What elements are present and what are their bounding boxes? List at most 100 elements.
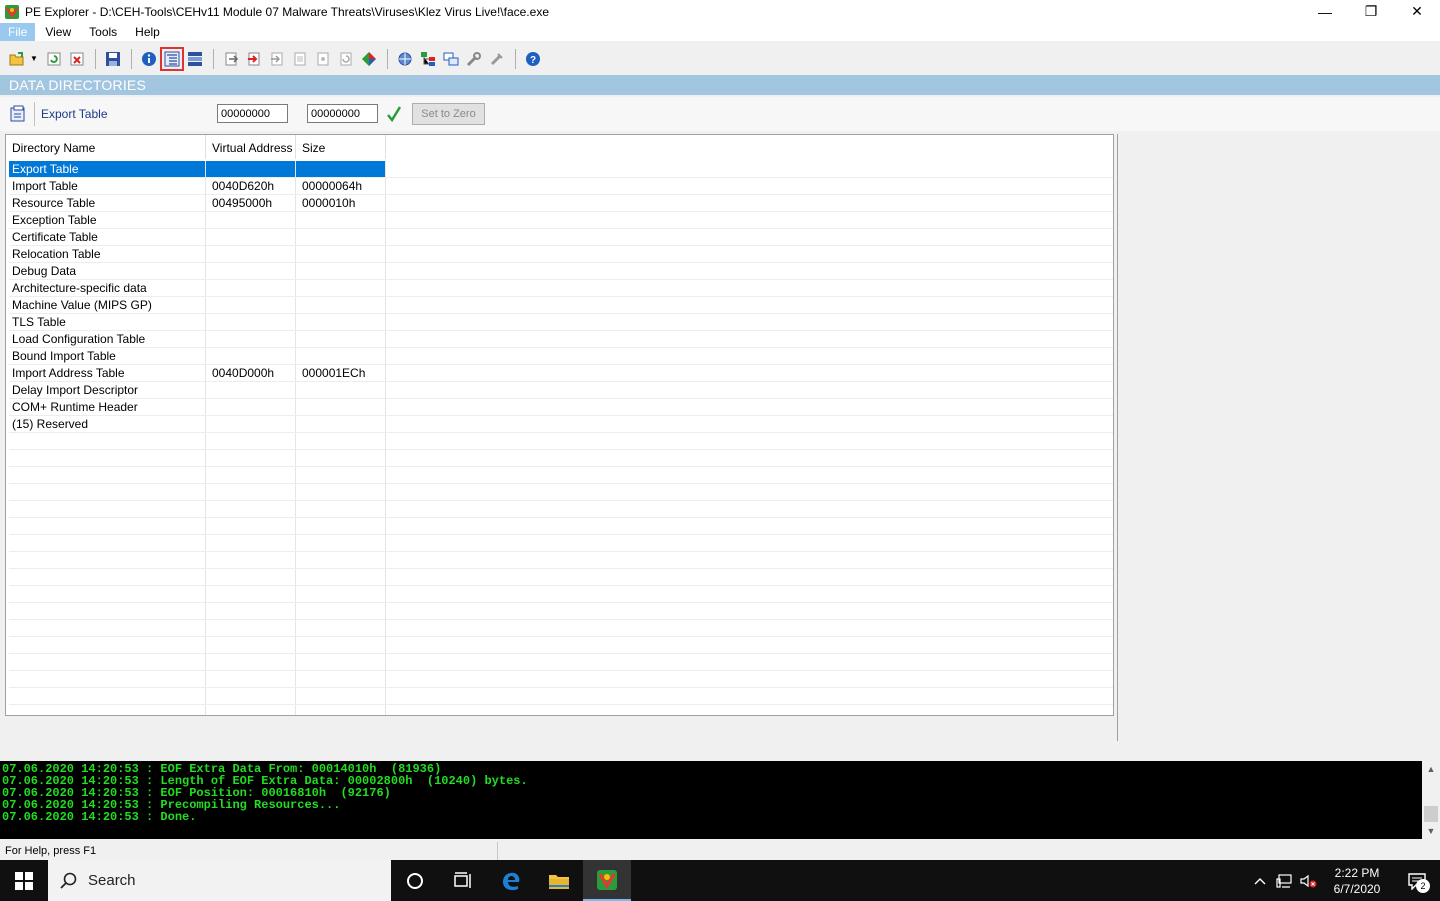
table-row[interactable]: Export Table (9, 161, 1113, 178)
volume-muted-icon[interactable] (1296, 860, 1320, 901)
table-row[interactable]: Architecture-specific data (9, 280, 1113, 297)
column-header-directory-name[interactable]: Directory Name (6, 135, 206, 159)
quick-summary-button[interactable] (440, 48, 462, 70)
size-input[interactable] (307, 104, 378, 123)
section-headers-button[interactable] (184, 48, 206, 70)
unpacker-button[interactable] (486, 48, 508, 70)
set-to-zero-button[interactable]: Set to Zero (412, 103, 485, 125)
minimize-button[interactable]: — (1302, 0, 1348, 23)
clock[interactable]: 2:22 PM 6/7/2020 (1320, 865, 1394, 897)
size-cell (296, 416, 386, 432)
disassembler-button[interactable] (394, 48, 416, 70)
resource-editor-button[interactable] (417, 48, 439, 70)
filler-cell (386, 178, 1113, 194)
scroll-thumb[interactable] (1424, 806, 1438, 822)
table-row[interactable]: Relocation Table (9, 246, 1113, 263)
scroll-up-arrow-icon[interactable]: ▲ (1422, 761, 1440, 777)
empty-cell (9, 637, 206, 653)
empty-table-row (9, 501, 1113, 518)
empty-table-row (9, 637, 1113, 654)
toolbar: ▼ ? (0, 43, 1440, 74)
virtual-address-cell (206, 399, 296, 415)
relocations-button[interactable] (335, 48, 357, 70)
table-row[interactable]: (15) Reserved (9, 416, 1113, 433)
table-row[interactable]: Debug Data (9, 263, 1113, 280)
exports-button[interactable] (220, 48, 242, 70)
debug-button[interactable] (312, 48, 334, 70)
empty-cell (386, 688, 1113, 704)
scroll-down-arrow-icon[interactable]: ▼ (1422, 823, 1440, 839)
edge-browser-button[interactable] (487, 860, 535, 901)
task-view-button[interactable] (439, 860, 487, 901)
dependency-scanner-button[interactable] (358, 48, 380, 70)
directory-name-cell: Export Table (9, 161, 206, 177)
resources-button[interactable] (289, 48, 311, 70)
clock-time: 2:22 PM (1334, 865, 1380, 880)
save-button[interactable] (102, 48, 124, 70)
empty-table-row (9, 671, 1113, 688)
empty-cell (296, 671, 386, 687)
delay-imports-button[interactable] (266, 48, 288, 70)
column-header-size[interactable]: Size (296, 135, 386, 159)
column-header-virtual-address[interactable]: Virtual Address (206, 135, 296, 159)
network-icon[interactable] (1272, 860, 1296, 901)
directory-name-cell: Architecture-specific data (9, 280, 206, 296)
action-center-button[interactable]: 2 (1394, 860, 1440, 901)
show-hidden-icons-chevron-icon[interactable] (1248, 860, 1272, 901)
empty-table-row (9, 450, 1113, 467)
windows-logo-icon (15, 871, 33, 890)
empty-cell (9, 654, 206, 670)
filler-cell (386, 263, 1113, 279)
empty-cell (206, 637, 296, 653)
directory-name-cell: Exception Table (9, 212, 206, 228)
table-row[interactable]: Import Address Table 0040D000h 000001ECh (9, 365, 1113, 382)
system-tray: 2:22 PM 6/7/2020 2 (1248, 860, 1440, 901)
log-scrollbar[interactable]: ▲ ▼ (1422, 761, 1440, 839)
table-row[interactable]: COM+ Runtime Header (9, 399, 1113, 416)
help-button[interactable]: ? (522, 48, 544, 70)
virtual-address-cell (206, 280, 296, 296)
header-info-button[interactable] (138, 48, 160, 70)
close-file-button[interactable] (66, 48, 88, 70)
exports-icon (225, 52, 239, 65)
start-button[interactable] (0, 860, 48, 901)
table-row[interactable]: Import Table 0040D620h 00000064h (9, 178, 1113, 195)
reload-button[interactable] (43, 48, 65, 70)
table-row[interactable]: TLS Table (9, 314, 1113, 331)
table-row[interactable]: Resource Table 00495000h 0000010h (9, 195, 1113, 212)
directory-entry-icon (10, 105, 25, 122)
table-row[interactable]: Bound Import Table (9, 348, 1113, 365)
table-row[interactable]: Load Configuration Table (9, 331, 1113, 348)
reload-icon (47, 52, 61, 65)
menu-help[interactable]: Help (127, 23, 168, 41)
close-button[interactable]: ✕ (1394, 0, 1440, 23)
open-dropdown-arrow[interactable]: ▼ (29, 48, 39, 70)
apply-check-icon[interactable] (387, 105, 401, 123)
syntax-viewer-button[interactable] (463, 48, 485, 70)
filler-cell (386, 229, 1113, 245)
table-row[interactable]: Exception Table (9, 212, 1113, 229)
taskbar-search[interactable]: Search (48, 860, 391, 901)
table-row[interactable]: Delay Import Descriptor (9, 382, 1113, 399)
size-cell (296, 212, 386, 228)
tools-icon (466, 51, 481, 66)
empty-cell (296, 637, 386, 653)
menu-view[interactable]: View (37, 23, 79, 41)
cortana-button[interactable] (391, 860, 439, 901)
menu-file[interactable]: File (0, 23, 36, 41)
virtual-address-cell (206, 331, 296, 347)
file-explorer-button[interactable] (535, 860, 583, 901)
table-row[interactable]: Certificate Table (9, 229, 1113, 246)
open-file-button[interactable] (6, 48, 28, 70)
imports-button[interactable] (243, 48, 265, 70)
data-directories-list[interactable]: Directory Name Virtual Address Size Expo… (5, 134, 1114, 716)
section-title: DATA DIRECTORIES (0, 75, 1440, 95)
data-directories-button[interactable] (160, 46, 184, 71)
pe-explorer-taskbar-button[interactable] (583, 860, 631, 901)
empty-cell (296, 569, 386, 585)
restore-button[interactable]: ❐ (1348, 0, 1394, 23)
menu-tools[interactable]: Tools (81, 23, 125, 41)
debug-icon (317, 52, 329, 65)
virtual-address-input[interactable] (217, 104, 288, 123)
table-row[interactable]: Machine Value (MIPS GP) (9, 297, 1113, 314)
